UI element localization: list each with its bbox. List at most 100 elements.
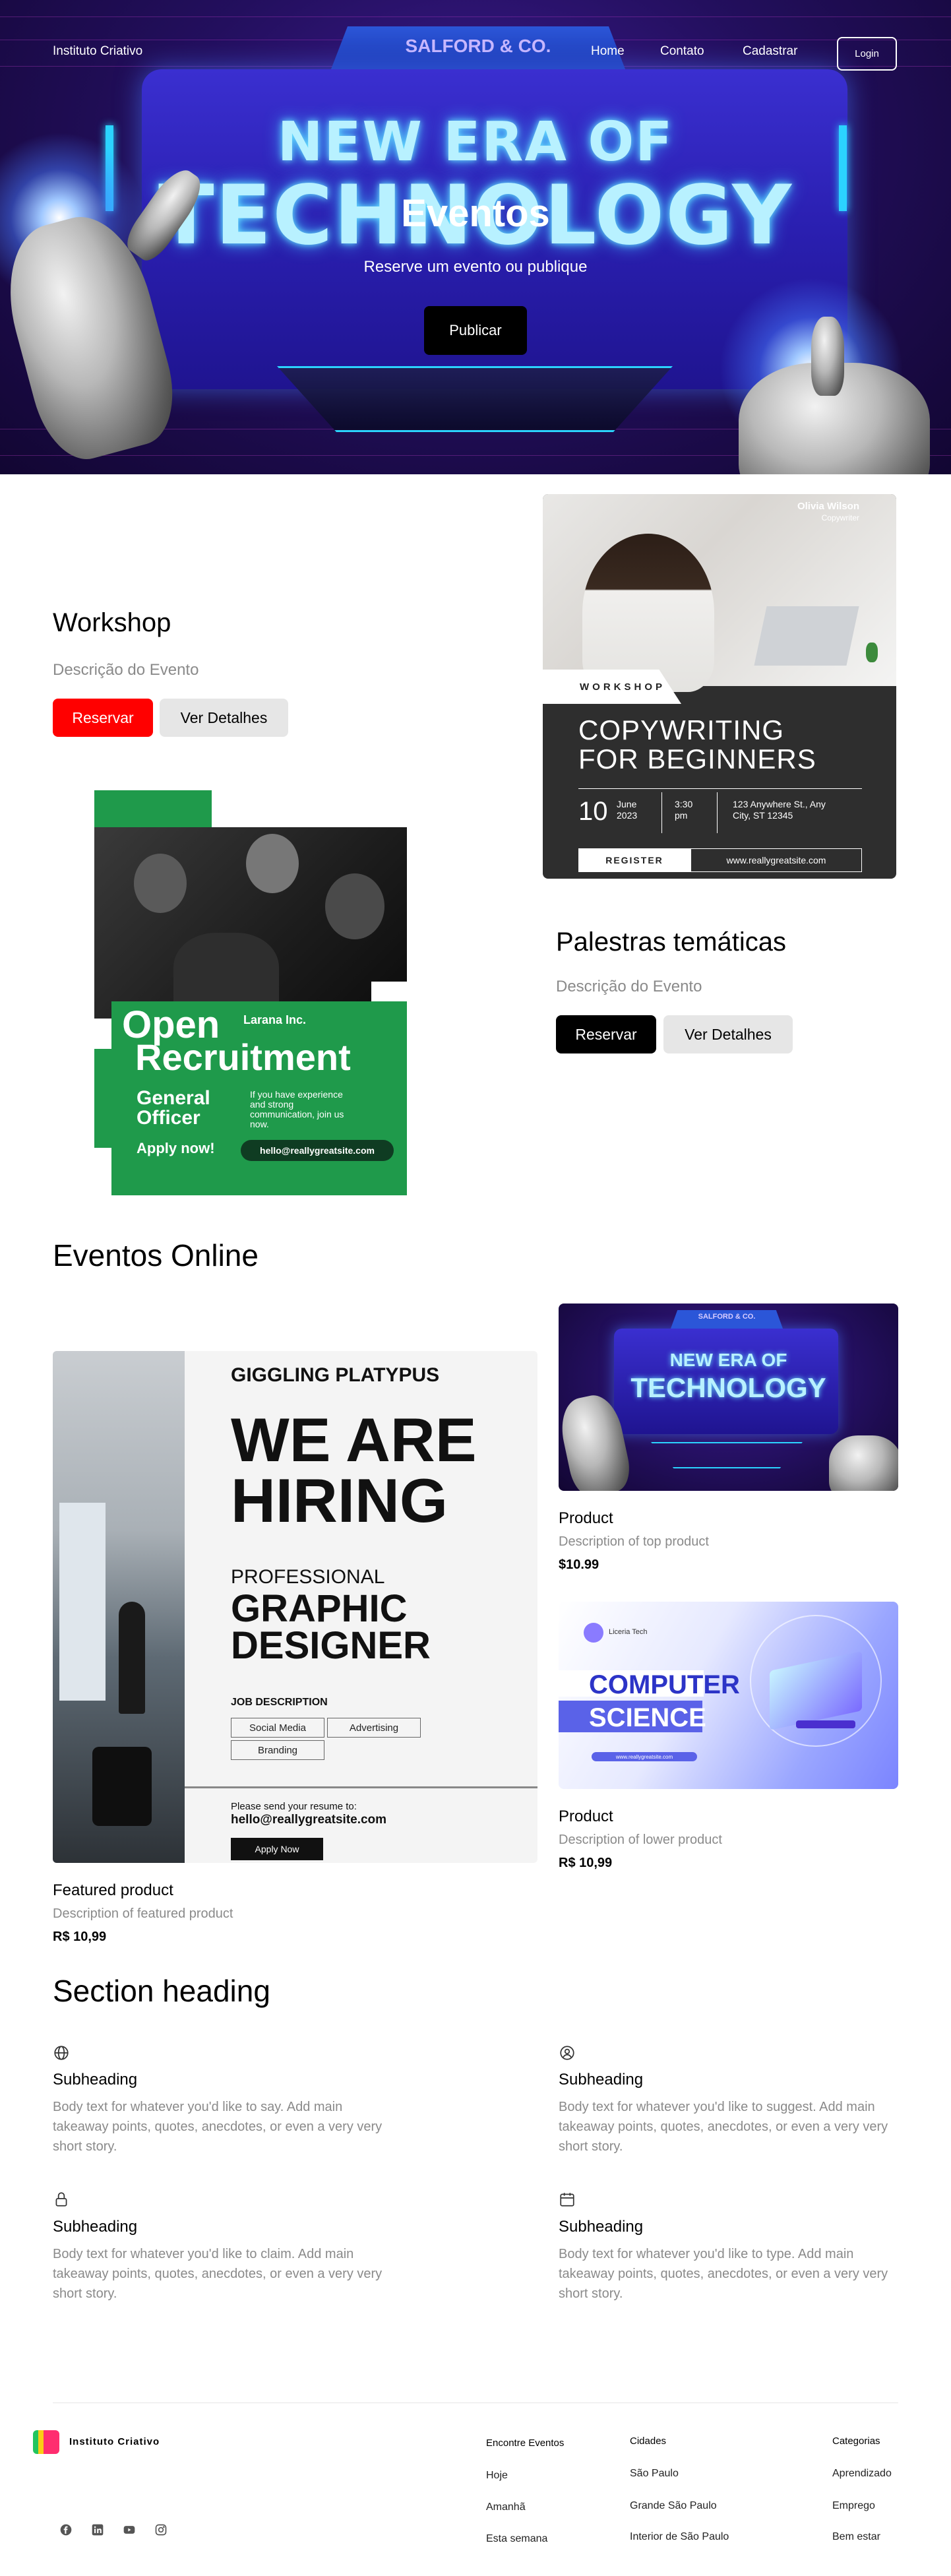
lower-poster-website: www.reallygreatsite.com <box>592 1752 697 1761</box>
instagram-icon[interactable] <box>154 2523 168 2536</box>
top-product-image[interactable]: SALFORD & CO. NEW ERA OF TECHNOLOGY <box>559 1304 898 1491</box>
footer-link[interactable]: Grande São Paulo <box>630 2500 717 2512</box>
recruit-email: hello@reallygreatsite.com <box>241 1140 394 1161</box>
poster-photo <box>543 494 896 692</box>
recruit-info: If you have experience and strong commun… <box>250 1089 344 1129</box>
feature-title: Subheading <box>559 2071 644 2089</box>
recruit-role2: Officer <box>137 1107 200 1129</box>
login-button[interactable]: Login <box>837 37 897 71</box>
palestras-title: Palestras temáticas <box>556 927 787 957</box>
poster-time: 3:30 pm <box>675 799 693 821</box>
lower-poster-company: Liceria Tech <box>609 1628 648 1636</box>
publish-button[interactable]: Publicar <box>424 306 527 355</box>
hiring-tag: Branding <box>231 1740 324 1760</box>
feature-title: Subheading <box>53 2218 138 2236</box>
hero-bottom-bar <box>277 366 673 432</box>
feature-title: Subheading <box>53 2071 138 2089</box>
lower-product-price: R$ 10,99 <box>559 1856 613 1870</box>
footer-link[interactable]: Esta semana <box>486 2533 547 2545</box>
poster-title-line1: COPYWRITING <box>578 714 784 745</box>
featured-product-description: Description of featured product <box>53 1906 233 1921</box>
hero-subtitle: Reserve um evento ou publique <box>363 258 588 276</box>
hiring-office-photo <box>53 1351 185 1863</box>
hiring-apply: Apply Now <box>231 1838 323 1860</box>
feature-title: Subheading <box>559 2218 644 2236</box>
hiring-tag: Social Media <box>231 1718 324 1738</box>
nav-contato[interactable]: Contato <box>660 44 704 59</box>
top-product-name[interactable]: Product <box>559 1509 613 1528</box>
poster-title-line2: FOR BEGINNERS <box>578 743 816 774</box>
hiring-role2: DESIGNER <box>231 1624 431 1667</box>
top-product-price: $10.99 <box>559 1557 599 1572</box>
featured-product-image[interactable]: GIGGLING PLATYPUS WE ARE HIRING PROFESSI… <box>53 1351 537 1863</box>
hiring-role1: GRAPHIC <box>231 1587 408 1630</box>
lower-poster-line2: SCIENCE <box>589 1703 706 1732</box>
globe-icon <box>54 2046 69 2060</box>
top-product-description: Description of top product <box>559 1534 709 1549</box>
hero-company: SALFORD & CO. <box>405 36 551 56</box>
poster-person-name: Olivia Wilson <box>797 501 859 512</box>
lock-icon <box>55 2192 67 2207</box>
recruit-photo <box>94 827 407 1019</box>
recruit-line2: Recruitment <box>135 1036 351 1078</box>
hiring-professional: PROFESSIONAL <box>231 1566 385 1588</box>
calendar-icon <box>560 2193 574 2207</box>
footer-link[interactable]: Interior de São Paulo <box>630 2531 729 2543</box>
feature-body: Body text for whatever you'd like to sug… <box>559 2100 888 2154</box>
top-poster-company: SALFORD & CO. <box>698 1313 756 1321</box>
palestras-details-button[interactable]: Ver Detalhes <box>663 1015 793 1053</box>
lower-product-description: Description of lower product <box>559 1833 722 1847</box>
workshop-poster[interactable]: Olivia Wilson Copywriter WORKSHOP COPYWR… <box>543 494 896 879</box>
nav-home[interactable]: Home <box>591 44 625 59</box>
poster-person-role: Copywriter <box>821 513 859 522</box>
footer-col-title: Categorias <box>832 2435 880 2447</box>
lower-poster-line1: COMPUTER <box>589 1670 740 1699</box>
recruit-apply: Apply now! <box>137 1140 215 1156</box>
footer-link[interactable]: São Paulo <box>630 2468 679 2480</box>
footer-link[interactable]: Emprego <box>832 2500 875 2512</box>
nav-cadastrar[interactable]: Cadastrar <box>743 44 797 59</box>
footer-logo[interactable] <box>33 2430 59 2454</box>
linkedin-icon[interactable] <box>91 2523 104 2536</box>
footer-link[interactable]: Hoje <box>486 2470 508 2482</box>
recruitment-poster[interactable]: Open Larana Inc. Recruitment General Off… <box>94 790 407 1195</box>
poster-address: 123 Anywhere St., Any City, ST 12345 <box>733 799 826 821</box>
user-circle-icon <box>560 2046 574 2060</box>
poster-month: June 2023 <box>617 799 638 821</box>
features-heading: Section heading <box>53 1974 270 2008</box>
footer-link[interactable]: Aprendizado <box>832 2468 892 2480</box>
poster-website: www.reallygreatsite.com <box>690 848 862 872</box>
hiring-company: GIGGLING PLATYPUS <box>231 1364 440 1386</box>
hiring-job-desc: JOB DESCRIPTION <box>231 1697 328 1708</box>
workshop-reserve-button[interactable]: Reservar <box>53 699 153 737</box>
hiring-email: hello@reallygreatsite.com <box>231 1813 387 1827</box>
youtube-icon[interactable] <box>123 2523 136 2536</box>
brand-name[interactable]: Instituto Criativo <box>53 44 142 59</box>
hiring-send: Please send your resume to: <box>231 1801 357 1812</box>
hiring-headline2: HIRING <box>231 1466 448 1535</box>
hiring-headline1: WE ARE <box>231 1405 477 1474</box>
online-title: Eventos Online <box>53 1238 259 1272</box>
palestras-reserve-button[interactable]: Reservar <box>556 1015 656 1053</box>
feature-body: Body text for whatever you'd like to say… <box>53 2100 383 2154</box>
robot-finger-right <box>811 317 844 396</box>
feature-body: Body text for whatever you'd like to typ… <box>559 2247 888 2301</box>
hero-banner-line1: NEW ERA OF <box>277 111 674 173</box>
footer-col-title: Encontre Eventos <box>486 2437 565 2449</box>
hiring-tag: Advertising <box>327 1718 421 1738</box>
featured-product-price: R$ 10,99 <box>53 1930 107 1944</box>
footer-link[interactable]: Bem estar <box>832 2531 880 2543</box>
top-poster-line1: NEW ERA OF <box>669 1350 787 1370</box>
facebook-icon[interactable] <box>59 2523 73 2536</box>
lower-product-image[interactable]: Liceria Tech COMPUTER SCIENCE www.really… <box>559 1602 898 1789</box>
footer-col-title: Cidades <box>630 2435 667 2447</box>
hero-title: Eventos <box>401 192 550 235</box>
recruit-role1: General <box>137 1087 210 1109</box>
recruit-company: Larana Inc. <box>243 1013 307 1026</box>
footer-link[interactable]: Amanhã <box>486 2501 526 2513</box>
lower-product-name[interactable]: Product <box>559 1807 613 1826</box>
featured-product-name[interactable]: Featured product <box>53 1881 173 1900</box>
poster-register: REGISTER <box>578 848 690 872</box>
workshop-details-button[interactable]: Ver Detalhes <box>160 699 288 737</box>
palestras-description: Descrição do Evento <box>556 978 702 995</box>
